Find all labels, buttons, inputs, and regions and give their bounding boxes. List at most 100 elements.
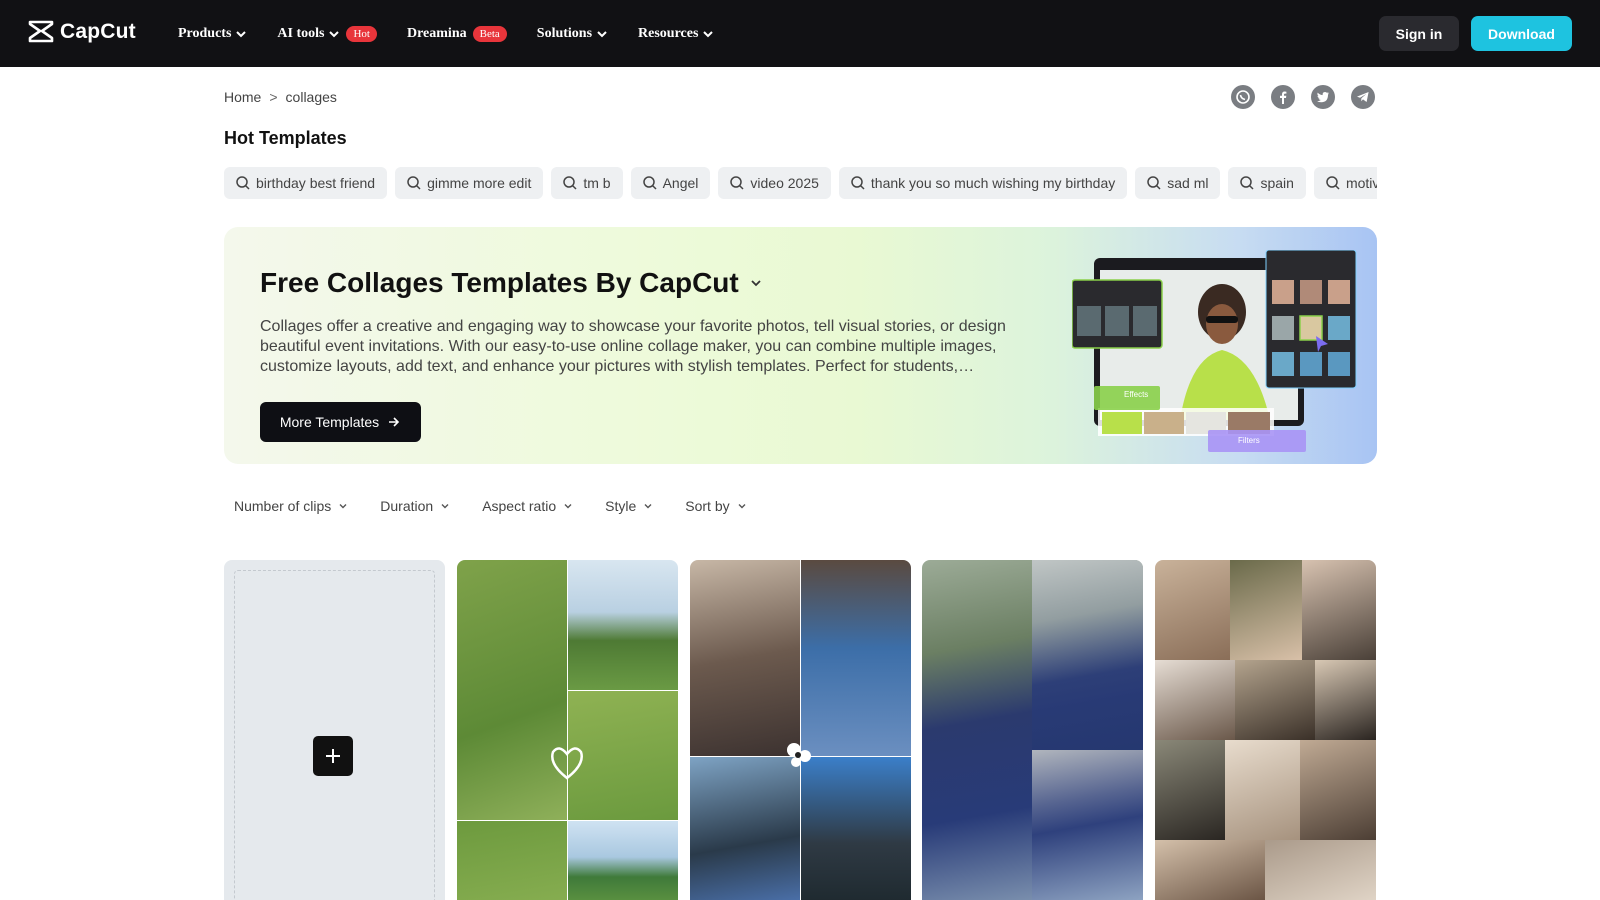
search-chip[interactable]: Angel xyxy=(630,167,711,199)
breadcrumb-separator: > xyxy=(269,89,278,105)
hot-templates-title: Hot Templates xyxy=(224,128,347,148)
search-chip[interactable]: birthday best friend xyxy=(224,167,388,199)
heart-icon xyxy=(551,747,583,780)
filter-bar: Number of clips Duration Aspect ratio St… xyxy=(234,498,747,514)
search-icon xyxy=(1326,176,1340,190)
chevron-down-icon xyxy=(564,504,572,509)
template-thumbnail xyxy=(690,757,800,900)
banner-title[interactable]: Free Collages Templates By CapCut xyxy=(260,267,763,299)
hot-badge: Hot xyxy=(346,25,377,42)
hot-template-chips: birthday best friend gimme more edit tm … xyxy=(224,167,1377,199)
search-chip[interactable]: thank you so much wishing my birthday xyxy=(838,167,1128,199)
template-card[interactable] xyxy=(922,560,1143,900)
chevron-down-icon xyxy=(597,30,607,37)
search-chip[interactable]: gimme more edit xyxy=(395,167,544,199)
chevron-down-icon xyxy=(236,30,247,37)
chevron-down-icon xyxy=(738,504,746,509)
arrow-right-icon xyxy=(389,417,400,427)
search-chip[interactable]: motivation xyxy=(1313,167,1377,199)
template-thumbnail xyxy=(1315,660,1376,740)
search-chip[interactable]: sad ml xyxy=(1135,167,1221,199)
chevron-down-icon xyxy=(703,30,714,37)
search-icon xyxy=(730,176,744,190)
breadcrumb-current: collages xyxy=(285,89,337,105)
template-thumbnail xyxy=(457,821,567,900)
plus-icon xyxy=(326,749,340,763)
search-chip[interactable]: tm b xyxy=(551,167,623,199)
chevron-down-icon xyxy=(441,504,449,509)
search-icon xyxy=(642,176,657,190)
logo-text: CapCut xyxy=(60,20,136,43)
chip-label: gimme more edit xyxy=(427,175,532,191)
banner-title-text: Free Collages Templates By CapCut xyxy=(260,267,739,298)
chip-label: sad ml xyxy=(1167,175,1209,191)
filter-style[interactable]: Style xyxy=(605,498,653,514)
filter-label: Style xyxy=(605,498,637,514)
chip-label: video 2025 xyxy=(750,175,819,191)
filter-label: Number of clips xyxy=(234,498,332,514)
chevron-down-icon xyxy=(644,504,652,509)
filter-aspect-ratio[interactable]: Aspect ratio xyxy=(482,498,573,514)
template-thumbnail xyxy=(1235,660,1315,740)
template-thumbnail xyxy=(1032,750,1143,900)
template-thumbnail xyxy=(1300,740,1376,840)
breadcrumb: Home > collages xyxy=(224,89,337,105)
add-template-button[interactable] xyxy=(313,736,353,776)
filters-tag-label: Filters xyxy=(1238,436,1260,445)
menu-label: Products xyxy=(178,25,232,41)
template-card[interactable] xyxy=(690,560,911,900)
search-icon xyxy=(1240,176,1255,190)
more-templates-button[interactable]: More Templates xyxy=(260,402,421,442)
chevron-down-icon xyxy=(329,30,340,37)
facebook-icon[interactable] xyxy=(1271,85,1295,109)
template-thumbnail xyxy=(1302,560,1376,660)
template-thumbnail xyxy=(568,560,678,690)
template-card[interactable] xyxy=(1155,560,1376,900)
beta-badge: Beta xyxy=(472,25,507,42)
search-icon xyxy=(407,176,421,190)
search-chip[interactable]: video 2025 xyxy=(718,167,831,199)
whatsapp-icon[interactable] xyxy=(1231,85,1255,109)
chip-label: motivation xyxy=(1345,175,1377,191)
template-thumbnail xyxy=(1265,840,1376,900)
search-icon xyxy=(236,176,250,190)
effects-tag-label: Effects xyxy=(1124,390,1149,399)
search-chip[interactable]: spain xyxy=(1228,167,1306,199)
filter-sort-by[interactable]: Sort by xyxy=(685,498,746,514)
filter-duration[interactable]: Duration xyxy=(380,498,450,514)
template-thumbnail xyxy=(568,821,678,900)
chip-label: thank you so much wishing my birthday xyxy=(870,175,1116,191)
blank-card-dashed-area xyxy=(234,570,435,900)
menu-solutions[interactable]: Solutions xyxy=(537,26,608,42)
template-thumbnail xyxy=(690,560,800,756)
template-thumbnail xyxy=(1155,560,1230,660)
template-thumbnail xyxy=(801,757,911,900)
twitter-icon[interactable] xyxy=(1311,85,1335,109)
chevron-down-icon xyxy=(751,280,761,287)
template-card[interactable] xyxy=(457,560,678,900)
filter-number-of-clips[interactable]: Number of clips xyxy=(234,498,348,514)
breadcrumb-home[interactable]: Home xyxy=(224,89,261,105)
capcut-logo[interactable]: CapCut xyxy=(28,20,136,44)
telegram-icon[interactable] xyxy=(1351,85,1375,109)
menu-label: Resources xyxy=(638,25,699,41)
menu-products[interactable]: Products xyxy=(178,26,247,42)
chevron-down-icon xyxy=(339,504,347,509)
menu-label: AI tools xyxy=(277,25,325,41)
filter-label: Duration xyxy=(380,498,434,514)
create-blank-card[interactable] xyxy=(224,560,445,900)
sign-in-button[interactable]: Sign in xyxy=(1379,16,1459,51)
search-icon xyxy=(851,176,865,190)
main-menu: Products AI tools Hot Dreamina Beta Solu… xyxy=(178,0,744,67)
flower-sticker-icon xyxy=(787,743,811,767)
search-icon xyxy=(563,176,577,190)
menu-resources[interactable]: Resources xyxy=(638,26,714,42)
menu-dreamina[interactable]: Dreamina Beta xyxy=(407,25,507,42)
editor-mockup-image xyxy=(1071,249,1357,452)
menu-ai-tools[interactable]: AI tools Hot xyxy=(277,25,377,42)
share-buttons xyxy=(1231,85,1375,109)
template-thumbnail xyxy=(1230,560,1302,660)
template-thumbnail xyxy=(1155,740,1225,840)
template-thumbnail xyxy=(1155,840,1265,900)
download-button[interactable]: Download xyxy=(1471,16,1572,51)
